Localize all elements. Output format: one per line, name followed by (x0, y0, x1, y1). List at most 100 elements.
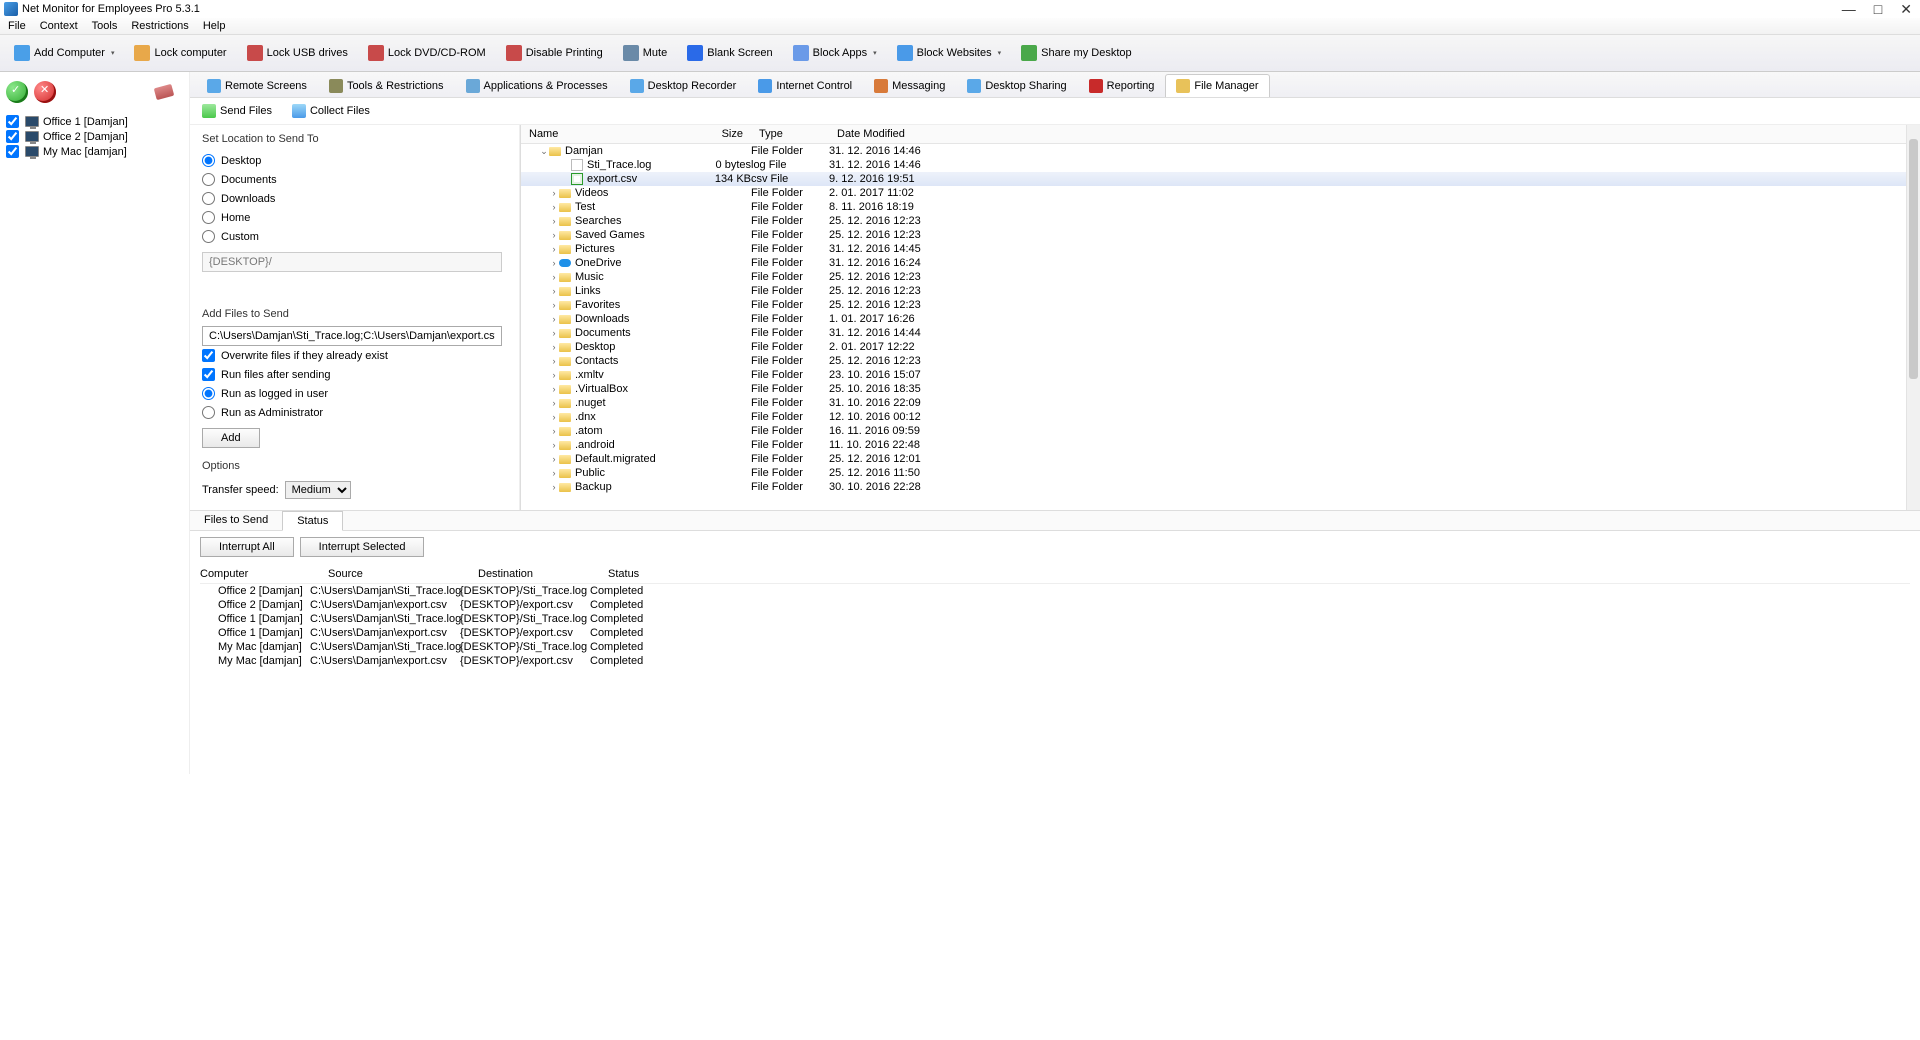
status-row[interactable]: My Mac [damjan]C:\Users\Damjan\export.cs… (200, 654, 1910, 668)
location-radio-home[interactable] (202, 211, 215, 224)
computer-checkbox[interactable] (6, 145, 19, 158)
file-row[interactable]: ›SearchesFile Folder25. 12. 2016 12:23 (521, 214, 1920, 228)
expander-icon[interactable]: › (549, 468, 559, 478)
tab-files-to-send[interactable]: Files to Send (190, 511, 282, 530)
toolbar-disable-printing[interactable]: Disable Printing (496, 41, 613, 65)
expander-icon[interactable]: › (549, 370, 559, 380)
toolbar-mute[interactable]: Mute (613, 41, 677, 65)
file-row[interactable]: ›PublicFile Folder25. 12. 2016 11:50 (521, 466, 1920, 480)
file-row[interactable]: ›DocumentsFile Folder31. 12. 2016 14:44 (521, 326, 1920, 340)
expander-icon[interactable]: ⌄ (539, 146, 549, 157)
speed-select[interactable]: Medium (285, 481, 351, 499)
tab-reporting[interactable]: Reporting (1078, 74, 1166, 97)
toolbar-lock-usb-drives[interactable]: Lock USB drives (237, 41, 358, 65)
file-row[interactable]: ›Default.migratedFile Folder25. 12. 2016… (521, 452, 1920, 466)
expander-icon[interactable]: › (549, 384, 559, 394)
expander-icon[interactable]: › (549, 258, 559, 268)
expander-icon[interactable]: › (549, 342, 559, 352)
expander-icon[interactable]: › (549, 328, 559, 338)
status-row[interactable]: Office 1 [Damjan]C:\Users\Damjan\Sti_Tra… (200, 612, 1910, 626)
toolbar-add-computer[interactable]: Add Computer (4, 41, 124, 65)
collect-files-button[interactable]: Collect Files (292, 104, 370, 118)
tab-messaging[interactable]: Messaging (863, 74, 956, 97)
expander-icon[interactable]: › (549, 272, 559, 282)
computer-checkbox[interactable] (6, 130, 19, 143)
menu-context[interactable]: Context (40, 20, 78, 32)
file-row[interactable]: ⌄DamjanFile Folder31. 12. 2016 14:46 (521, 144, 1920, 158)
location-radio-custom[interactable] (202, 230, 215, 243)
tab-desktop-sharing[interactable]: Desktop Sharing (956, 74, 1077, 97)
stat-col-computer[interactable]: Computer (200, 568, 328, 580)
tab-remote-screens[interactable]: Remote Screens (196, 74, 318, 97)
file-row[interactable]: Sti_Trace.log0 byteslog File31. 12. 2016… (521, 158, 1920, 172)
computer-item[interactable]: Office 1 [Damjan] (6, 114, 183, 129)
expander-icon[interactable]: › (549, 188, 559, 198)
tab-status[interactable]: Status (282, 511, 343, 531)
file-row[interactable]: ›.VirtualBoxFile Folder25. 10. 2016 18:3… (521, 382, 1920, 396)
file-row[interactable]: ›TestFile Folder8. 11. 2016 18:19 (521, 200, 1920, 214)
computer-item[interactable]: My Mac [damjan] (6, 144, 183, 159)
status-row[interactable]: Office 2 [Damjan]C:\Users\Damjan\Sti_Tra… (200, 584, 1910, 598)
file-row[interactable]: ›.atomFile Folder16. 11. 2016 09:59 (521, 424, 1920, 438)
file-row[interactable]: ›.nugetFile Folder31. 10. 2016 22:09 (521, 396, 1920, 410)
send-files-button[interactable]: Send Files (202, 104, 272, 118)
status-row[interactable]: Office 2 [Damjan]C:\Users\Damjan\export.… (200, 598, 1910, 612)
menu-file[interactable]: File (8, 20, 26, 32)
interrupt-all-button[interactable]: Interrupt All (200, 537, 294, 557)
toolbar-blank-screen[interactable]: Blank Screen (677, 41, 782, 65)
file-row[interactable]: ›ContactsFile Folder25. 12. 2016 12:23 (521, 354, 1920, 368)
minimize-button[interactable]: — (1842, 1, 1856, 18)
expander-icon[interactable]: › (549, 454, 559, 464)
expander-icon[interactable]: › (549, 216, 559, 226)
file-row[interactable]: ›Saved GamesFile Folder25. 12. 2016 12:2… (521, 228, 1920, 242)
scroll-thumb[interactable] (1909, 139, 1918, 379)
expander-icon[interactable]: › (549, 398, 559, 408)
expander-icon[interactable]: › (549, 300, 559, 310)
tab-file-manager[interactable]: File Manager (1165, 74, 1269, 97)
status-row[interactable]: My Mac [damjan]C:\Users\Damjan\Sti_Trace… (200, 640, 1910, 654)
close-button[interactable]: ✕ (1900, 1, 1912, 18)
expander-icon[interactable]: › (549, 482, 559, 492)
overwrite-checkbox[interactable] (202, 349, 215, 362)
file-row[interactable]: ›VideosFile Folder2. 01. 2017 11:02 (521, 186, 1920, 200)
toolbar-share-my-desktop[interactable]: Share my Desktop (1011, 41, 1141, 65)
expander-icon[interactable]: › (549, 202, 559, 212)
file-row[interactable]: ›.dnxFile Folder12. 10. 2016 00:12 (521, 410, 1920, 424)
file-row[interactable]: ›BackupFile Folder30. 10. 2016 22:28 (521, 480, 1920, 494)
location-radio-desktop[interactable] (202, 154, 215, 167)
confirm-icon[interactable] (6, 81, 28, 103)
interrupt-selected-button[interactable]: Interrupt Selected (300, 537, 425, 557)
stat-col-status[interactable]: Status (608, 568, 688, 580)
location-radio-downloads[interactable] (202, 192, 215, 205)
tab-tools-restrictions[interactable]: Tools & Restrictions (318, 74, 455, 97)
cancel-icon[interactable] (34, 81, 56, 103)
computer-checkbox[interactable] (6, 115, 19, 128)
tab-desktop-recorder[interactable]: Desktop Recorder (619, 74, 748, 97)
file-row[interactable]: ›.androidFile Folder11. 10. 2016 22:48 (521, 438, 1920, 452)
toolbar-lock-computer[interactable]: Lock computer (124, 41, 236, 65)
expander-icon[interactable]: › (549, 426, 559, 436)
run-admin-radio[interactable] (202, 406, 215, 419)
add-button[interactable]: Add (202, 428, 260, 448)
expander-icon[interactable]: › (549, 314, 559, 324)
file-row[interactable]: ›DownloadsFile Folder1. 01. 2017 16:26 (521, 312, 1920, 326)
clear-icon[interactable] (154, 84, 174, 100)
computer-item[interactable]: Office 2 [Damjan] (6, 129, 183, 144)
file-row[interactable]: ›.xmltvFile Folder23. 10. 2016 15:07 (521, 368, 1920, 382)
expander-icon[interactable]: › (549, 356, 559, 366)
file-row[interactable]: ›DesktopFile Folder2. 01. 2017 12:22 (521, 340, 1920, 354)
col-size[interactable]: Size (681, 125, 751, 143)
col-type[interactable]: Type (751, 125, 829, 143)
tab-applications-processes[interactable]: Applications & Processes (455, 74, 619, 97)
expander-icon[interactable]: › (549, 440, 559, 450)
stat-col-source[interactable]: Source (328, 568, 478, 580)
expander-icon[interactable]: › (549, 230, 559, 240)
run-after-checkbox[interactable] (202, 368, 215, 381)
col-date[interactable]: Date Modified (829, 125, 969, 143)
file-row[interactable]: export.csv134 KBcsv File9. 12. 2016 19:5… (521, 172, 1920, 186)
toolbar-lock-dvd-cd-rom[interactable]: Lock DVD/CD-ROM (358, 41, 496, 65)
file-row[interactable]: ›OneDriveFile Folder31. 12. 2016 16:24 (521, 256, 1920, 270)
file-row[interactable]: ›LinksFile Folder25. 12. 2016 12:23 (521, 284, 1920, 298)
stat-col-destination[interactable]: Destination (478, 568, 608, 580)
menu-tools[interactable]: Tools (92, 20, 118, 32)
